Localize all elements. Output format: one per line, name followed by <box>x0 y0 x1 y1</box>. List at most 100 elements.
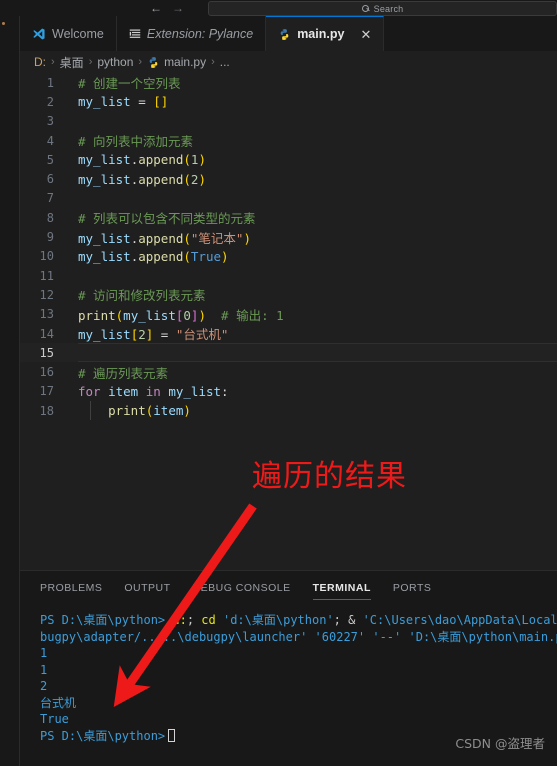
panel-tab-debug-console[interactable]: DEBUG CONSOLE <box>193 571 291 604</box>
code-line[interactable]: 3 <box>20 112 557 131</box>
chevron-right-icon: › <box>138 56 143 68</box>
code-token: ) <box>198 152 206 168</box>
breadcrumb[interactable]: D: › 桌面 › python › main.py › ... <box>20 51 557 73</box>
code-token: # 向列表中添加元素 <box>78 134 194 150</box>
code-token: in <box>145 383 161 399</box>
terminal-segment <box>401 630 408 644</box>
code-line[interactable]: 9 my_list.append("笔记本") <box>20 227 557 246</box>
terminal-segment: '--' <box>372 629 402 644</box>
code-line-text: # 列表可以包含不同类型的元素 <box>66 208 256 227</box>
breadcrumb-item-desktop[interactable]: 桌面 <box>60 54 84 71</box>
search-input[interactable]: Search <box>208 1 557 16</box>
breadcrumb-item-drive[interactable]: D: <box>34 55 46 69</box>
code-token: [] <box>153 94 169 110</box>
line-number: 3 <box>46 114 54 129</box>
code-line[interactable]: 5 my_list.append(1) <box>20 150 557 169</box>
active-line-highlight <box>78 343 557 363</box>
terminal-segment: PS D:\桌面\python> <box>40 613 173 627</box>
code-line[interactable]: 1 # 创建一个空列表 <box>20 73 557 92</box>
code-line[interactable]: 15 <box>20 343 557 363</box>
code-line[interactable]: 10 my_list.append(True) <box>20 247 557 266</box>
code-line-text: for item in my_list: <box>66 384 229 399</box>
editor-tab-bar: Welcome Extension: Pylance main.py ✕ <box>20 16 557 51</box>
activity-bar[interactable] <box>0 16 20 766</box>
close-icon[interactable]: ✕ <box>360 28 371 41</box>
python-file-icon <box>278 28 291 41</box>
code-line-text: my_list[2] = "台式机" <box>66 324 228 343</box>
code-line[interactable]: 7 <box>20 189 557 208</box>
code-token: print <box>78 307 116 323</box>
code-line[interactable]: 2 my_list = [] <box>20 92 557 111</box>
code-line[interactable]: 14 my_list[2] = "台式机" <box>20 324 557 343</box>
terminal-output[interactable]: PS D:\桌面\python> d:; cd 'd:\桌面\python'; … <box>20 604 557 744</box>
vscode-logo-icon <box>32 27 46 41</box>
breadcrumb-item-python[interactable]: python <box>97 55 133 69</box>
terminal-segment: ; <box>186 613 202 627</box>
code-line-text: my_list.append(2) <box>66 172 206 187</box>
code-line[interactable]: 17 for item in my_list: <box>20 382 557 401</box>
title-bar-nav: ← → <box>150 2 184 14</box>
panel-tab-output[interactable]: OUTPUT <box>124 571 170 604</box>
code-token: my_list <box>78 152 131 168</box>
code-editor[interactable]: 1 # 创建一个空列表 2 my_list = [] 3 4 # 向列表中添加元素 5 my_l… <box>20 73 557 570</box>
code-token: ) <box>243 230 251 246</box>
code-line[interactable]: 6 my_list.append(2) <box>20 169 557 188</box>
code-token: my_list <box>78 94 131 110</box>
line-number: 9 <box>46 230 54 245</box>
line-number: 15 <box>39 345 54 360</box>
code-line[interactable]: 4 # 向列表中添加元素 <box>20 131 557 150</box>
code-token: my_list <box>123 307 176 323</box>
panel-tab-ports[interactable]: PORTS <box>393 571 431 604</box>
panel-tab-problems[interactable]: PROBLEMS <box>40 571 102 604</box>
breadcrumb-item-symbols[interactable]: ... <box>220 55 230 69</box>
code-line[interactable]: 13 print(my_list[0]) # 输出: 1 <box>20 305 557 324</box>
code-token: ( <box>183 152 191 168</box>
terminal-segment: '60227' <box>314 629 366 644</box>
code-line-text: # 遍历列表元素 <box>66 363 168 382</box>
terminal-line: 台式机 <box>40 695 557 712</box>
line-number: 11 <box>39 268 54 283</box>
line-number: 16 <box>39 365 54 380</box>
panel-tab-bar: PROBLEMS OUTPUT DEBUG CONSOLE TERMINAL PORTS <box>20 571 557 604</box>
code-token: 0 <box>183 307 191 323</box>
panel-tab-terminal[interactable]: TERMINAL <box>312 571 372 604</box>
arrow-right-icon[interactable]: → <box>172 2 184 14</box>
search-placeholder: Search <box>373 3 404 14</box>
code-line[interactable]: 12 # 访问和修改列表元素 <box>20 285 557 304</box>
code-line-text: # 访问和修改列表元素 <box>66 285 206 304</box>
terminal-line: PS D:\桌面\python> d:; cd 'd:\桌面\python'; … <box>40 612 557 629</box>
tab-welcome[interactable]: Welcome <box>20 16 117 51</box>
tab-extension-pylance[interactable]: Extension: Pylance <box>116 16 267 51</box>
tab-main-py[interactable]: main.py ✕ <box>266 16 385 51</box>
terminal-segment: PS D:\桌面\python> <box>40 728 166 743</box>
code-line[interactable]: 18 print(item) <box>20 401 557 421</box>
line-number: 4 <box>46 133 54 148</box>
code-line-text: print(item) <box>66 403 191 418</box>
breadcrumb-item-file[interactable]: main.py <box>164 55 206 69</box>
code-token: # 列表可以包含不同类型的元素 <box>78 211 256 227</box>
terminal-segment: 2 <box>40 679 48 693</box>
chevron-right-icon: › <box>88 56 93 68</box>
code-line[interactable]: 11 <box>20 266 557 285</box>
code-line[interactable]: 8 # 列表可以包含不同类型的元素 <box>20 208 557 227</box>
code-token: # 遍历列表元素 <box>78 365 169 381</box>
code-token: my_list <box>78 327 131 342</box>
terminal-segment <box>216 613 223 627</box>
title-bar: ← → Search <box>0 0 557 16</box>
code-token: "台式机" <box>175 327 229 342</box>
code-line[interactable]: 16 # 遍历列表元素 <box>20 362 557 381</box>
code-token: append <box>138 248 184 264</box>
terminal-line: 2 <box>40 678 557 695</box>
code-token: item <box>153 403 184 419</box>
code-token: item <box>108 383 139 399</box>
code-line-text: # 创建一个空列表 <box>66 73 181 92</box>
arrow-left-icon[interactable]: ← <box>150 2 162 14</box>
terminal-line: bugpy\adapter/../..\debugpy\launcher' '6… <box>40 629 557 646</box>
terminal-line: True <box>40 711 557 728</box>
activity-bar-indicator-dot <box>2 22 5 25</box>
line-number: 17 <box>39 384 54 399</box>
code-line-text: my_list.append("笔记本") <box>66 228 251 247</box>
